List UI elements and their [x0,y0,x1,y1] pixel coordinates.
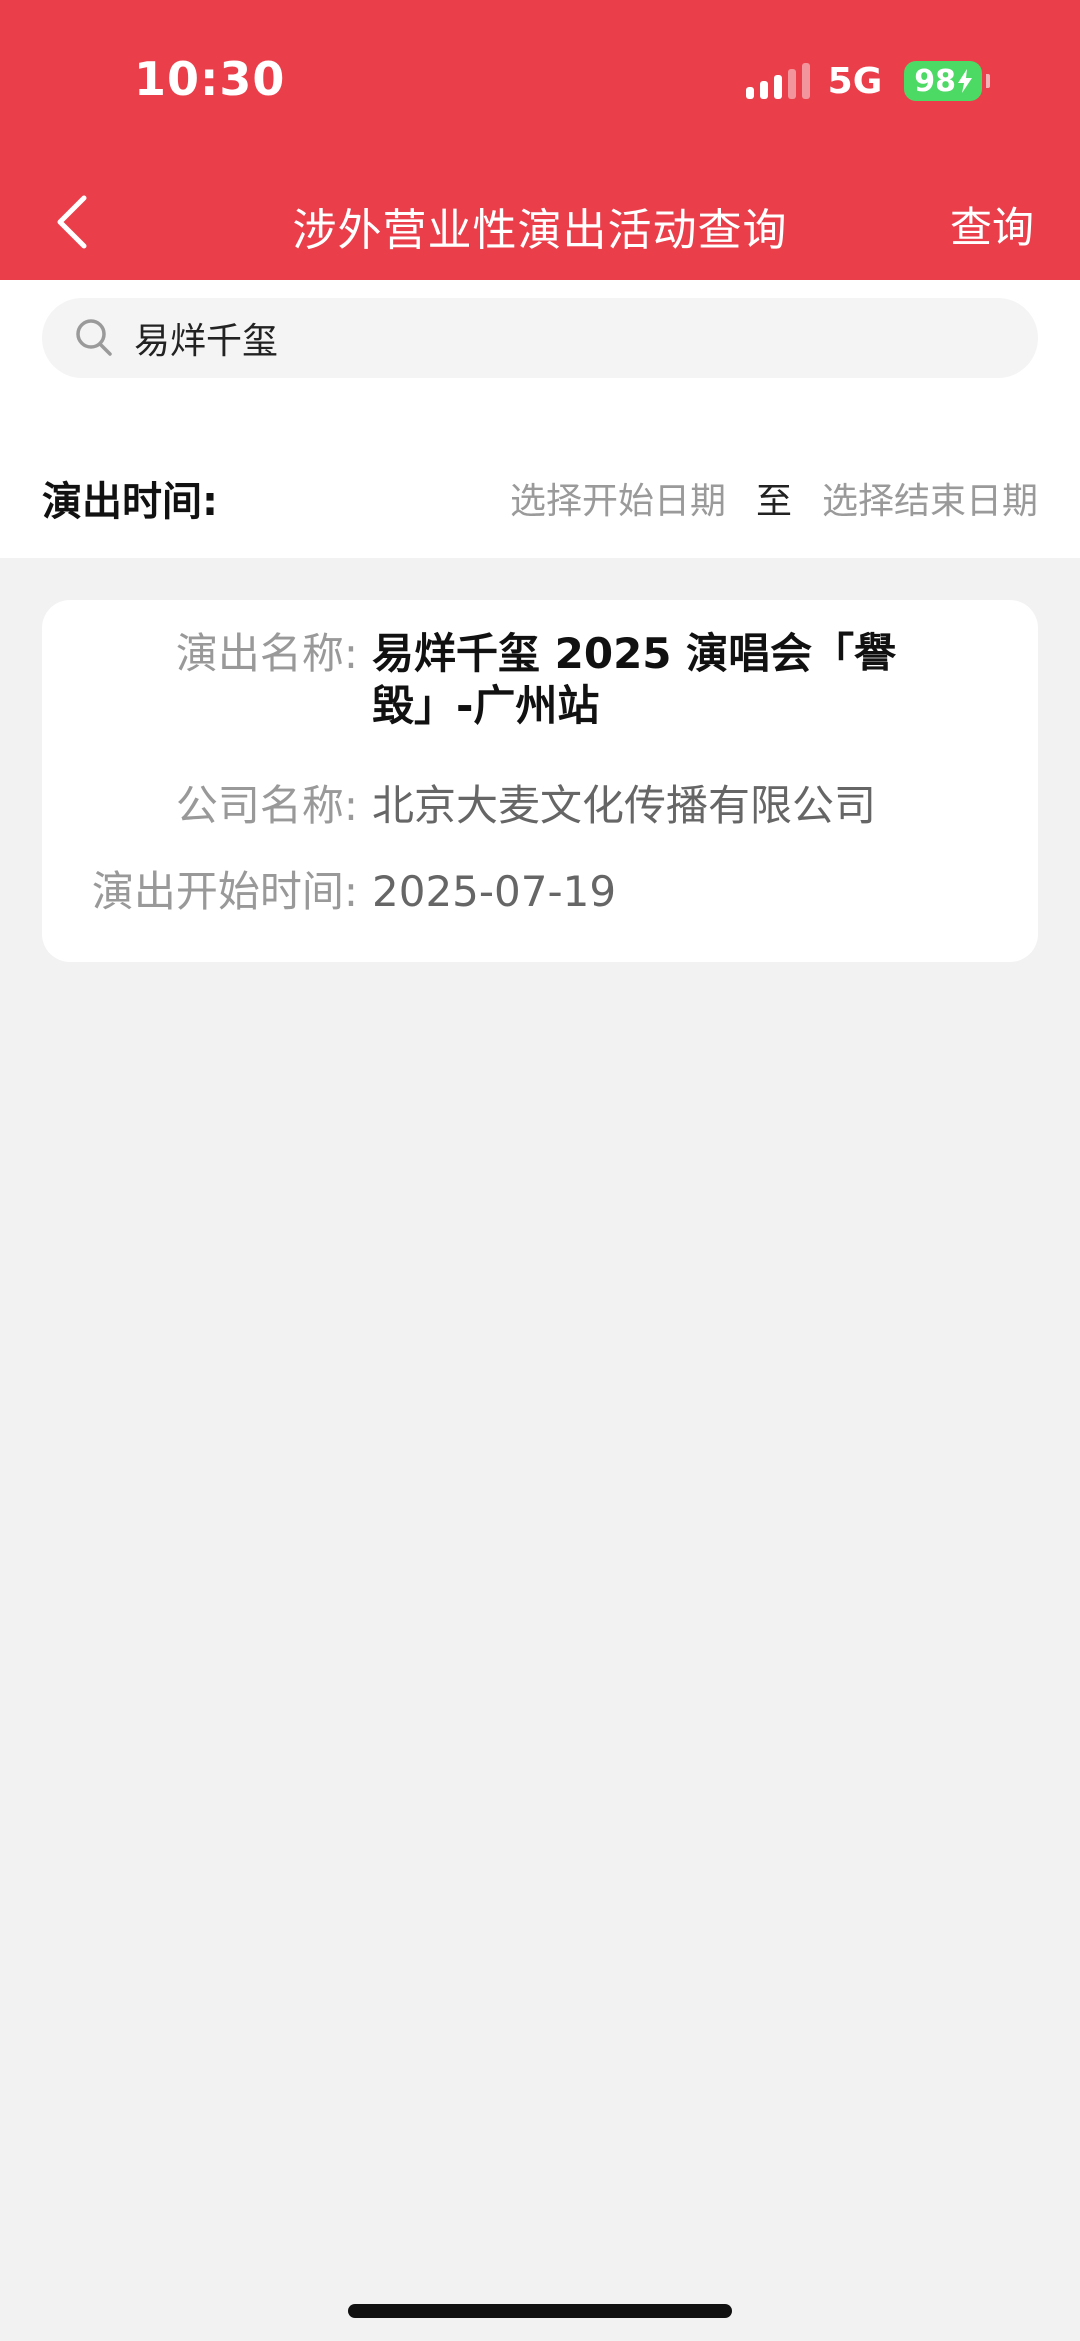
date-range-separator: 至 [755,481,792,522]
search-input[interactable]: 易烊千玺 [42,298,1038,378]
signal-icon [745,63,810,99]
status-time: 10:30 [134,52,286,106]
status-indicators: 5G 98 [745,60,990,102]
performance-name-value: 易烊千玺 2025 演唱会「譽毀」-广州站 [372,629,897,730]
end-date-picker[interactable]: 选择结束日期 [822,472,1038,524]
date-filter: 演出时间: 选择开始日期 至 选择结束日期 [42,468,1038,528]
start-time-label: 演出开始时间: [91,867,358,916]
network-type: 5G [827,60,883,102]
search-section: 易烊千玺 演出时间: 选择开始日期 至 选择结束日期 [0,280,1080,558]
start-time-value: 2025-07-19 [372,867,617,916]
result-card[interactable]: 演出名称: 易烊千玺 2025 演唱会「譽毀」-广州站 公司名称: 北京大麦文化… [42,600,1038,962]
company-label: 公司名称: [175,781,358,830]
performance-name-row: 演出名称: 易烊千玺 2025 演唱会「譽毀」-广州站 [42,628,1038,732]
performance-name-label: 演出名称: [175,629,358,678]
date-range: 选择开始日期 至 选择结束日期 [510,472,1038,524]
start-date-picker[interactable]: 选择开始日期 [510,472,726,524]
page-title: 涉外营业性演出活动查询 [292,205,788,256]
query-button[interactable]: 查询 [950,194,1034,255]
company-row: 公司名称: 北京大麦文化传播有限公司 [42,780,1038,832]
search-value: 易烊千玺 [134,321,279,362]
home-indicator[interactable] [348,2304,732,2318]
battery-cap [986,74,990,88]
battery-icon: 98 [904,61,982,101]
start-time-row: 演出开始时间: 2025-07-19 [42,866,1038,918]
search-icon [76,319,112,356]
charging-bolt-icon [958,69,972,93]
battery-level: 98 [914,63,956,99]
app-header: 10:30 5G 98 涉外营业性演出活动查询 查询 [0,0,1080,280]
company-value: 北京大麦文化传播有限公司 [372,781,877,830]
date-filter-label: 演出时间: [42,479,218,525]
